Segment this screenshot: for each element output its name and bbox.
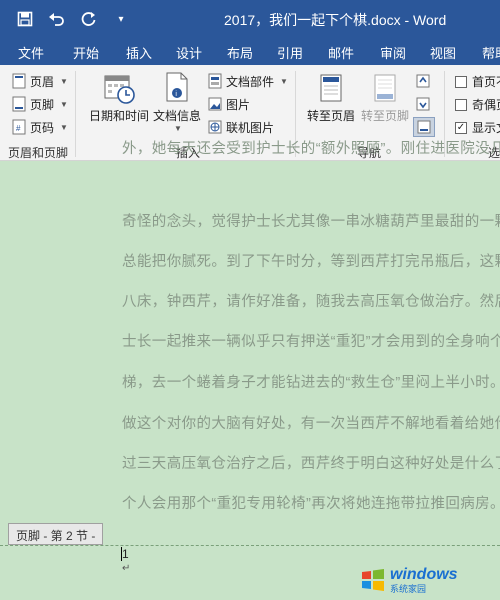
picture-icon xyxy=(208,97,222,111)
footer-label: 页脚 xyxy=(30,97,55,112)
picture-label: 图片 xyxy=(226,97,251,112)
text-line: 个人会用那个“重犯专用轮椅”再次将她连拖带拉推回病房。 xyxy=(122,496,500,512)
goto-footer-icon xyxy=(374,74,396,102)
date-time-label: 日期和时间 xyxy=(89,109,150,123)
text-line: 做这个对你的大脑有好处，有一次当西芹不解地看着给她作 xyxy=(122,416,500,432)
tab-view[interactable]: 视图 xyxy=(430,43,456,62)
tab-file[interactable]: 文件 xyxy=(18,43,44,62)
text-line: 梯，去一个蜷着身子才能钻进去的“救生仓”里闷上半小时。 xyxy=(122,375,500,391)
text-line: 过三天高压氧仓治疗之后，西芹终于明白这种好处是什么了 xyxy=(122,456,500,472)
header-label: 页眉 xyxy=(30,74,55,89)
svg-text:#: # xyxy=(16,124,21,133)
goto-footer-button[interactable]: 转至页脚 xyxy=(361,71,409,124)
quick-parts-icon xyxy=(208,73,222,89)
customize-qat-caret: ▾ xyxy=(118,13,124,25)
quick-parts-label: 文档部件 xyxy=(226,74,275,89)
text-line: 奇怪的念头，觉得护士长尤其像一串冰糖葫芦里最甜的一颗 xyxy=(122,214,500,230)
goto-header-label: 转至页眉 xyxy=(307,109,356,123)
online-picture-icon xyxy=(208,120,222,134)
date-time-button[interactable]: 日期和时间 xyxy=(89,71,149,124)
caret-icon: ▼ xyxy=(60,122,68,132)
show-doc-text-label: 显示文 xyxy=(472,121,500,135)
odd-even-label: 奇偶页 xyxy=(472,98,500,112)
undo-icon[interactable] xyxy=(46,8,68,30)
document-info-label: 文档信息 xyxy=(153,109,202,123)
document-info-button[interactable]: i 文档信息 ▼ xyxy=(153,71,201,133)
page-number-button[interactable]: # 页码 ▼ xyxy=(12,117,68,137)
tab-review[interactable]: 审阅 xyxy=(380,43,406,62)
caret-icon: ▼ xyxy=(60,99,68,109)
page[interactable]: 外，她每天还会受到护士长的“额外照顾”。刚住进医院没几 奇怪的念头，觉得护士长尤… xyxy=(0,141,500,600)
checkbox-box[interactable] xyxy=(455,75,467,88)
caret-icon: ▼ xyxy=(280,76,288,86)
customize-qat-icon[interactable]: ▾ xyxy=(110,8,132,30)
online-picture-button[interactable]: 联机图片 xyxy=(208,117,274,137)
watermark-logo: windows 系统家园 xyxy=(360,560,500,600)
document-info-icon: i xyxy=(166,72,188,102)
checkbox-checked[interactable]: ✓ xyxy=(455,121,467,134)
document-area[interactable]: 外，她每天还会受到护士长的“额外照顾”。刚住进医院没几 奇怪的念头，觉得护士长尤… xyxy=(0,141,500,600)
text-line: 总能把你腻死。到了下午时分，等到西芹打完吊瓶后，这颗糖 xyxy=(122,254,500,270)
caret-icon: ▼ xyxy=(60,76,68,86)
footer-boundary xyxy=(0,545,500,546)
text-line: 八床，钟西芹，请作好准备，随我去高压氧仓做治疗。然后 xyxy=(122,294,500,310)
tab-references[interactable]: 引用 xyxy=(277,43,303,62)
footer-icon xyxy=(12,96,26,112)
calendar-clock-icon xyxy=(104,75,135,104)
show-doc-text-checkbox[interactable]: ✓ 显示文 xyxy=(455,119,500,136)
footer-button[interactable]: 页脚 ▼ xyxy=(12,94,68,114)
header-button[interactable]: 页眉 ▼ xyxy=(12,71,68,91)
quick-parts-button[interactable]: 文档部件 ▼ xyxy=(208,71,288,91)
watermark-main-text: windows xyxy=(390,565,458,583)
previous-section-icon[interactable] xyxy=(415,71,431,91)
ribbon-tabs: 文件 开始 插入 设计 布局 引用 邮件 审阅 视图 帮助 xyxy=(0,37,500,65)
text-line: 外，她每天还会受到护士长的“额外照顾”。刚住进医院没几 xyxy=(122,141,500,157)
page-number-icon: # xyxy=(12,119,26,135)
save-icon[interactable] xyxy=(14,8,36,30)
online-picture-label: 联机图片 xyxy=(226,120,275,135)
first-page-checkbox[interactable]: 首页不 xyxy=(455,73,500,90)
caret-icon: ▼ xyxy=(174,124,182,133)
tab-home[interactable]: 开始 xyxy=(73,43,99,62)
footer-page-number[interactable]: 1 xyxy=(122,547,129,561)
windows-logo-icon xyxy=(362,569,384,591)
watermark-sub-text: 系统家园 xyxy=(390,583,427,594)
group-separator xyxy=(75,71,76,157)
goto-header-icon xyxy=(320,74,342,102)
goto-footer-label: 转至页脚 xyxy=(361,109,410,123)
text-line: 士长一起推来一辆似乎只有押送“重犯”才会用到的全身响个 xyxy=(122,334,500,350)
tab-layout[interactable]: 布局 xyxy=(227,43,253,62)
redo-icon[interactable] xyxy=(78,8,100,30)
next-section-icon[interactable] xyxy=(415,94,431,114)
tab-design[interactable]: 设计 xyxy=(176,43,202,62)
tab-mailings[interactable]: 邮件 xyxy=(328,43,354,62)
tab-insert[interactable]: 插入 xyxy=(126,43,152,62)
picture-button[interactable]: 图片 xyxy=(208,94,250,114)
checkbox-box[interactable] xyxy=(455,98,467,111)
page-number-label: 页码 xyxy=(30,120,55,135)
window-title: 2017，我们一起下个棋.docx - Word xyxy=(224,12,447,28)
group-label-header-footer: 页眉和页脚 xyxy=(8,146,69,160)
first-page-label: 首页不 xyxy=(472,75,500,89)
paragraph-mark: ↵ xyxy=(122,563,131,574)
footer-section-tag: 页脚 - 第 2 节 - xyxy=(8,523,104,545)
goto-header-button[interactable]: 转至页眉 xyxy=(307,71,355,124)
odd-even-checkbox[interactable]: 奇偶页 xyxy=(455,96,500,113)
quick-access-toolbar: ▾ xyxy=(14,8,132,30)
link-to-previous-icon[interactable] xyxy=(413,117,435,137)
header-icon xyxy=(12,73,26,89)
tab-help[interactable]: 帮助 xyxy=(482,43,500,62)
title-bar: ▾ 2017，我们一起下个棋.docx - Word xyxy=(0,0,500,37)
